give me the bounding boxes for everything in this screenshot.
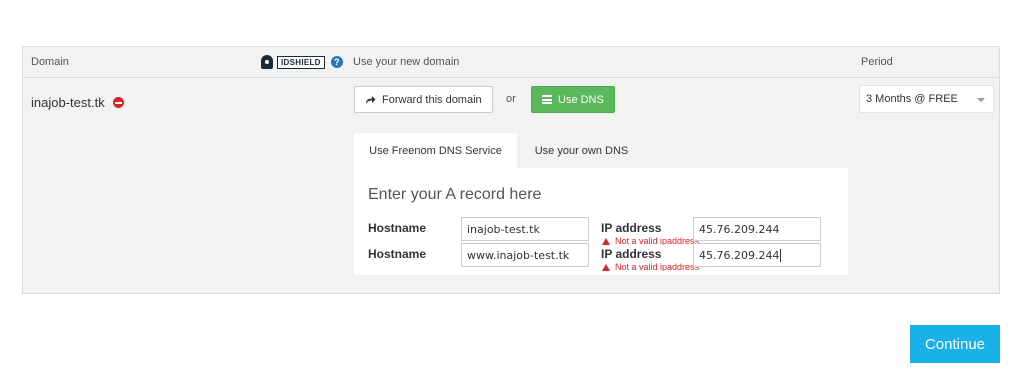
list-icon xyxy=(542,95,552,104)
lock-icon xyxy=(261,55,273,69)
warning-icon xyxy=(602,237,610,245)
help-icon[interactable]: ? xyxy=(330,56,343,68)
use-domain-column-header: Use your new domain xyxy=(353,56,460,68)
remove-circle-icon[interactable] xyxy=(112,97,124,108)
continue-button[interactable]: Continue xyxy=(910,325,1000,363)
domain-cell: inajob-test.tk xyxy=(31,95,124,110)
ip-address-label: IP address xyxy=(601,247,662,261)
hostname-label: Hostname xyxy=(368,221,427,235)
ip-address-value: 45.76.209.244 xyxy=(699,248,780,262)
hostname-label: Hostname xyxy=(368,247,427,261)
text-cursor xyxy=(780,248,782,262)
period-select[interactable]: 3 Months @ FREE xyxy=(859,85,994,113)
hostname-input[interactable]: inajob-test.tk xyxy=(461,217,589,241)
domain-column-header: Domain xyxy=(31,56,69,68)
ip-address-label: IP address xyxy=(601,221,662,235)
period-selected-value: 3 Months @ FREE xyxy=(866,93,958,105)
domain-config-panel: Domain IDSHIELD ? Use your new domain Pe… xyxy=(22,46,1000,294)
use-dns-button[interactable]: Use DNS xyxy=(531,86,615,113)
hostname-input[interactable]: www.inajob-test.tk xyxy=(461,243,589,267)
table-header: Domain IDSHIELD ? Use your new domain Pe… xyxy=(23,47,999,78)
idshield-badge: IDSHIELD xyxy=(277,55,325,69)
or-separator: or xyxy=(506,93,516,105)
ip-error-text: Not a valid ipaddress xyxy=(615,237,700,245)
use-dns-label: Use DNS xyxy=(558,93,604,106)
a-record-title: Enter your A record here xyxy=(368,186,542,203)
dns-section: Use Freenom DNS Service Use your own DNS… xyxy=(354,123,848,275)
ip-error-message: Not a valid ipaddress xyxy=(602,237,699,245)
tab-own-dns[interactable]: Use your own DNS xyxy=(519,133,644,168)
domain-name: inajob-test.tk xyxy=(31,95,105,110)
warning-icon xyxy=(602,263,610,271)
chevron-down-icon xyxy=(977,98,985,102)
forward-domain-label: Forward this domain xyxy=(382,93,482,106)
forward-domain-button[interactable]: Forward this domain xyxy=(354,86,493,113)
tab-freenom-dns[interactable]: Use Freenom DNS Service xyxy=(354,133,517,168)
ip-address-input-focused[interactable]: 45.76.209.244 xyxy=(693,243,821,267)
period-column-header: Period xyxy=(861,56,893,68)
ip-error-message: Not a valid ipaddress xyxy=(602,263,699,271)
idshield-logo: IDSHIELD ? xyxy=(261,55,343,69)
dns-tab-content: Enter your A record here Hostname inajob… xyxy=(354,168,848,275)
share-arrow-icon xyxy=(366,95,376,104)
ip-error-text: Not a valid ipaddress xyxy=(615,263,700,271)
ip-address-input[interactable]: 45.76.209.244 xyxy=(693,217,821,241)
